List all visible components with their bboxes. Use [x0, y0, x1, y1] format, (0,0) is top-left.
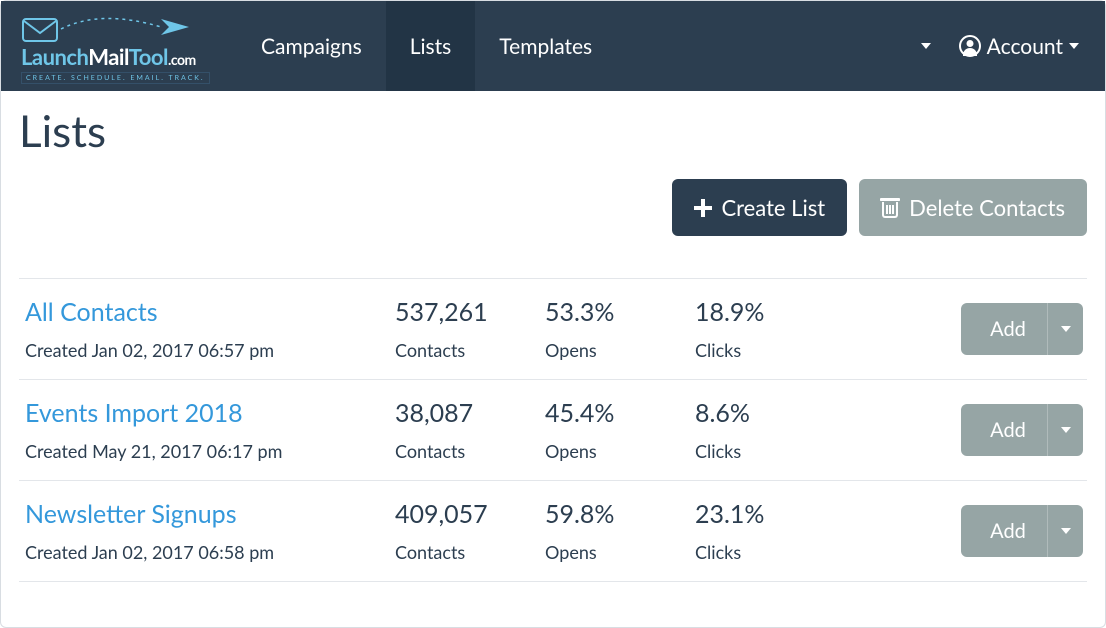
list-name-link[interactable]: All Contacts	[25, 297, 158, 327]
nav-account-dropdown[interactable]: Account	[959, 34, 1079, 59]
stat-clicks-value: 23.1%	[695, 499, 833, 529]
brand-logo[interactable]: LaunchMailTool.com CREATE. SCHEDULE. EMA…	[17, 1, 237, 91]
nav-unnamed-dropdown[interactable]	[921, 43, 931, 49]
page-title: Lists	[19, 105, 1087, 157]
stat-contacts-label: Contacts	[395, 339, 533, 361]
table-row: Events Import 2018 Created May 21, 2017 …	[19, 380, 1087, 481]
row-add-label: Add	[961, 317, 1047, 341]
chevron-down-icon	[1069, 43, 1079, 49]
row-add-dropdown-toggle[interactable]	[1047, 404, 1083, 456]
table-row: All Contacts Created Jan 02, 2017 06:57 …	[19, 279, 1087, 380]
stat-opens-value: 45.4%	[545, 398, 683, 428]
chevron-down-icon	[1061, 326, 1071, 332]
list-created-text: Created Jan 02, 2017 06:58 pm	[25, 541, 383, 563]
list-created-text: Created Jan 02, 2017 06:57 pm	[25, 339, 383, 361]
brand-wordmark: LaunchMailTool.com	[21, 43, 229, 70]
stat-opens-value: 59.8%	[545, 499, 683, 529]
row-add-button[interactable]: Add	[961, 404, 1083, 456]
nav-right: Account	[921, 1, 1089, 91]
create-list-button[interactable]: Create List	[672, 179, 848, 236]
top-navbar: LaunchMailTool.com CREATE. SCHEDULE. EMA…	[1, 1, 1105, 91]
list-created-text: Created May 21, 2017 06:17 pm	[25, 440, 383, 462]
brand-tagline: CREATE. SCHEDULE. EMAIL. TRACK.	[21, 72, 210, 84]
stat-contacts-label: Contacts	[395, 440, 533, 462]
nav-item-lists[interactable]: Lists	[386, 1, 476, 91]
nav-item-templates[interactable]: Templates	[475, 1, 616, 91]
chevron-down-icon	[1061, 427, 1071, 433]
stat-contacts-value: 409,057	[395, 499, 533, 529]
table-row: Newsletter Signups Created Jan 02, 2017 …	[19, 481, 1087, 582]
nav-account-label: Account	[987, 34, 1063, 59]
row-add-button[interactable]: Add	[961, 505, 1083, 557]
stat-contacts-label: Contacts	[395, 541, 533, 563]
delete-contacts-label: Delete Contacts	[909, 194, 1065, 221]
stat-opens-label: Opens	[545, 440, 683, 462]
row-add-dropdown-toggle[interactable]	[1047, 505, 1083, 557]
stat-clicks-label: Clicks	[695, 339, 833, 361]
plus-icon	[694, 199, 712, 217]
page-actions: Create List Delete Contacts	[19, 179, 1087, 278]
row-add-button[interactable]: Add	[961, 303, 1083, 355]
user-circle-icon	[959, 35, 981, 57]
stat-clicks-value: 18.9%	[695, 297, 833, 327]
chevron-down-icon	[921, 43, 931, 49]
stat-opens-label: Opens	[545, 339, 683, 361]
list-name-link[interactable]: Events Import 2018	[25, 398, 243, 428]
trash-icon	[881, 198, 899, 218]
stat-opens-value: 53.3%	[545, 297, 683, 327]
delete-contacts-button[interactable]: Delete Contacts	[859, 179, 1087, 236]
create-list-label: Create List	[722, 194, 826, 221]
nav-item-campaigns[interactable]: Campaigns	[237, 1, 386, 91]
stat-opens-label: Opens	[545, 541, 683, 563]
row-add-label: Add	[961, 418, 1047, 442]
row-add-label: Add	[961, 519, 1047, 543]
chevron-down-icon	[1061, 528, 1071, 534]
stat-contacts-value: 38,087	[395, 398, 533, 428]
stat-clicks-value: 8.6%	[695, 398, 833, 428]
page-body: Lists Create List Delete Contacts All Co…	[1, 91, 1105, 582]
brand-glyph-icon	[21, 13, 191, 45]
lists-table: All Contacts Created Jan 02, 2017 06:57 …	[19, 278, 1087, 582]
stat-clicks-label: Clicks	[695, 541, 833, 563]
row-add-dropdown-toggle[interactable]	[1047, 303, 1083, 355]
list-name-link[interactable]: Newsletter Signups	[25, 499, 237, 529]
stat-clicks-label: Clicks	[695, 440, 833, 462]
stat-contacts-value: 537,261	[395, 297, 533, 327]
primary-nav: Campaigns Lists Templates	[237, 1, 616, 91]
